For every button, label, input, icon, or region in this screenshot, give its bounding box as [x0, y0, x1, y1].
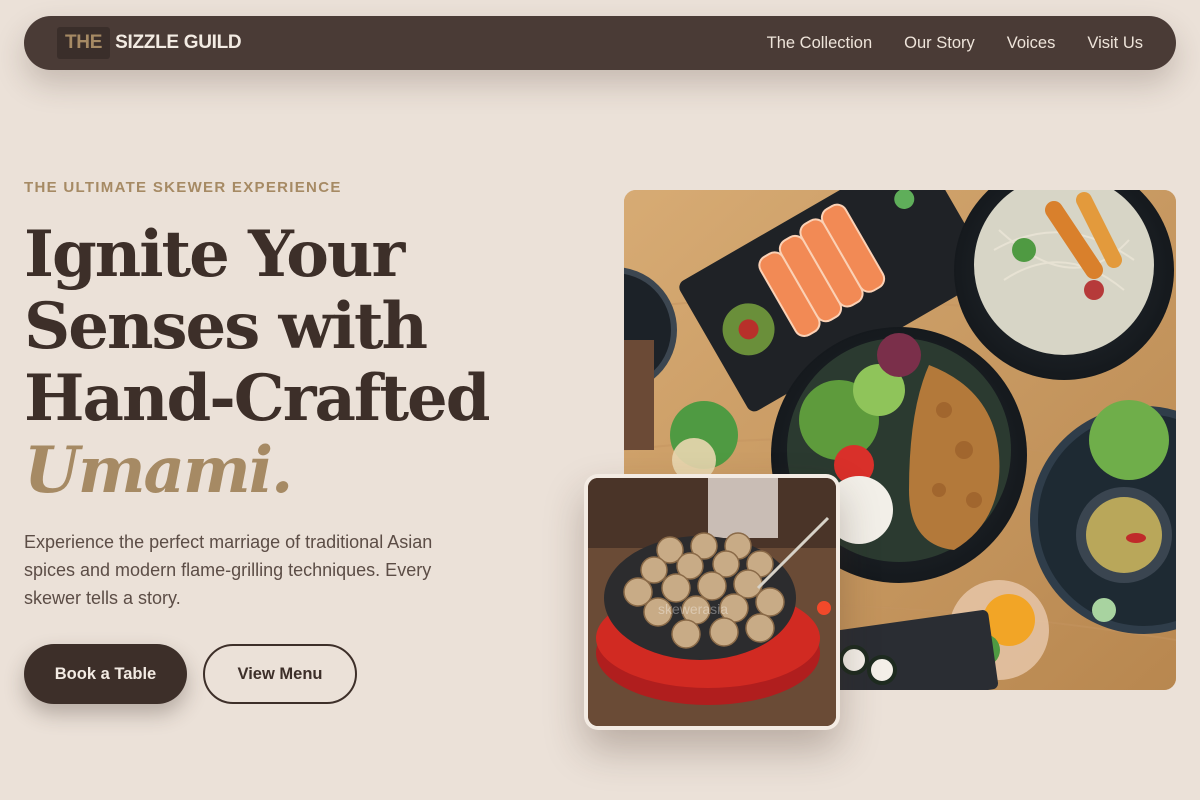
view-menu-button[interactable]: View Menu — [203, 644, 357, 704]
hero-headline: Ignite Your Senses with Hand-Crafted Uma… — [24, 217, 490, 508]
brand-name: SIZZLE GUILD — [115, 32, 242, 53]
nav-link-voices[interactable]: Voices — [1007, 34, 1056, 53]
headline-line-1: Ignite Your — [24, 217, 405, 292]
takoyaki-illustration: skewerasia — [588, 478, 836, 726]
nav-link-our-story[interactable]: Our Story — [904, 34, 975, 53]
brand-logo[interactable]: THE SIZZLE GUILD — [57, 27, 242, 59]
headline-accent: Umami. — [24, 433, 293, 508]
brand-prefix: THE — [57, 27, 111, 59]
hero-description: Experience the perfect marriage of tradi… — [24, 532, 433, 608]
headline-line-3: Hand-Crafted — [24, 361, 490, 436]
inset-photo: skewerasia — [588, 478, 836, 726]
inset-watermark: skewerasia — [658, 601, 728, 617]
hero-eyebrow: THE ULTIMATE SKEWER EXPERIENCE — [24, 179, 342, 196]
book-table-button[interactable]: Book a Table — [24, 644, 187, 704]
top-navigation: THE SIZZLE GUILD The Collection Our Stor… — [24, 16, 1176, 70]
inset-photo-frame: skewerasia — [584, 474, 840, 730]
nav-link-collection[interactable]: The Collection — [767, 34, 872, 53]
nav-links: The Collection Our Story Voices Visit Us — [735, 34, 1143, 53]
nav-link-visit-us[interactable]: Visit Us — [1087, 34, 1143, 53]
headline-line-2: Senses with — [24, 289, 428, 364]
